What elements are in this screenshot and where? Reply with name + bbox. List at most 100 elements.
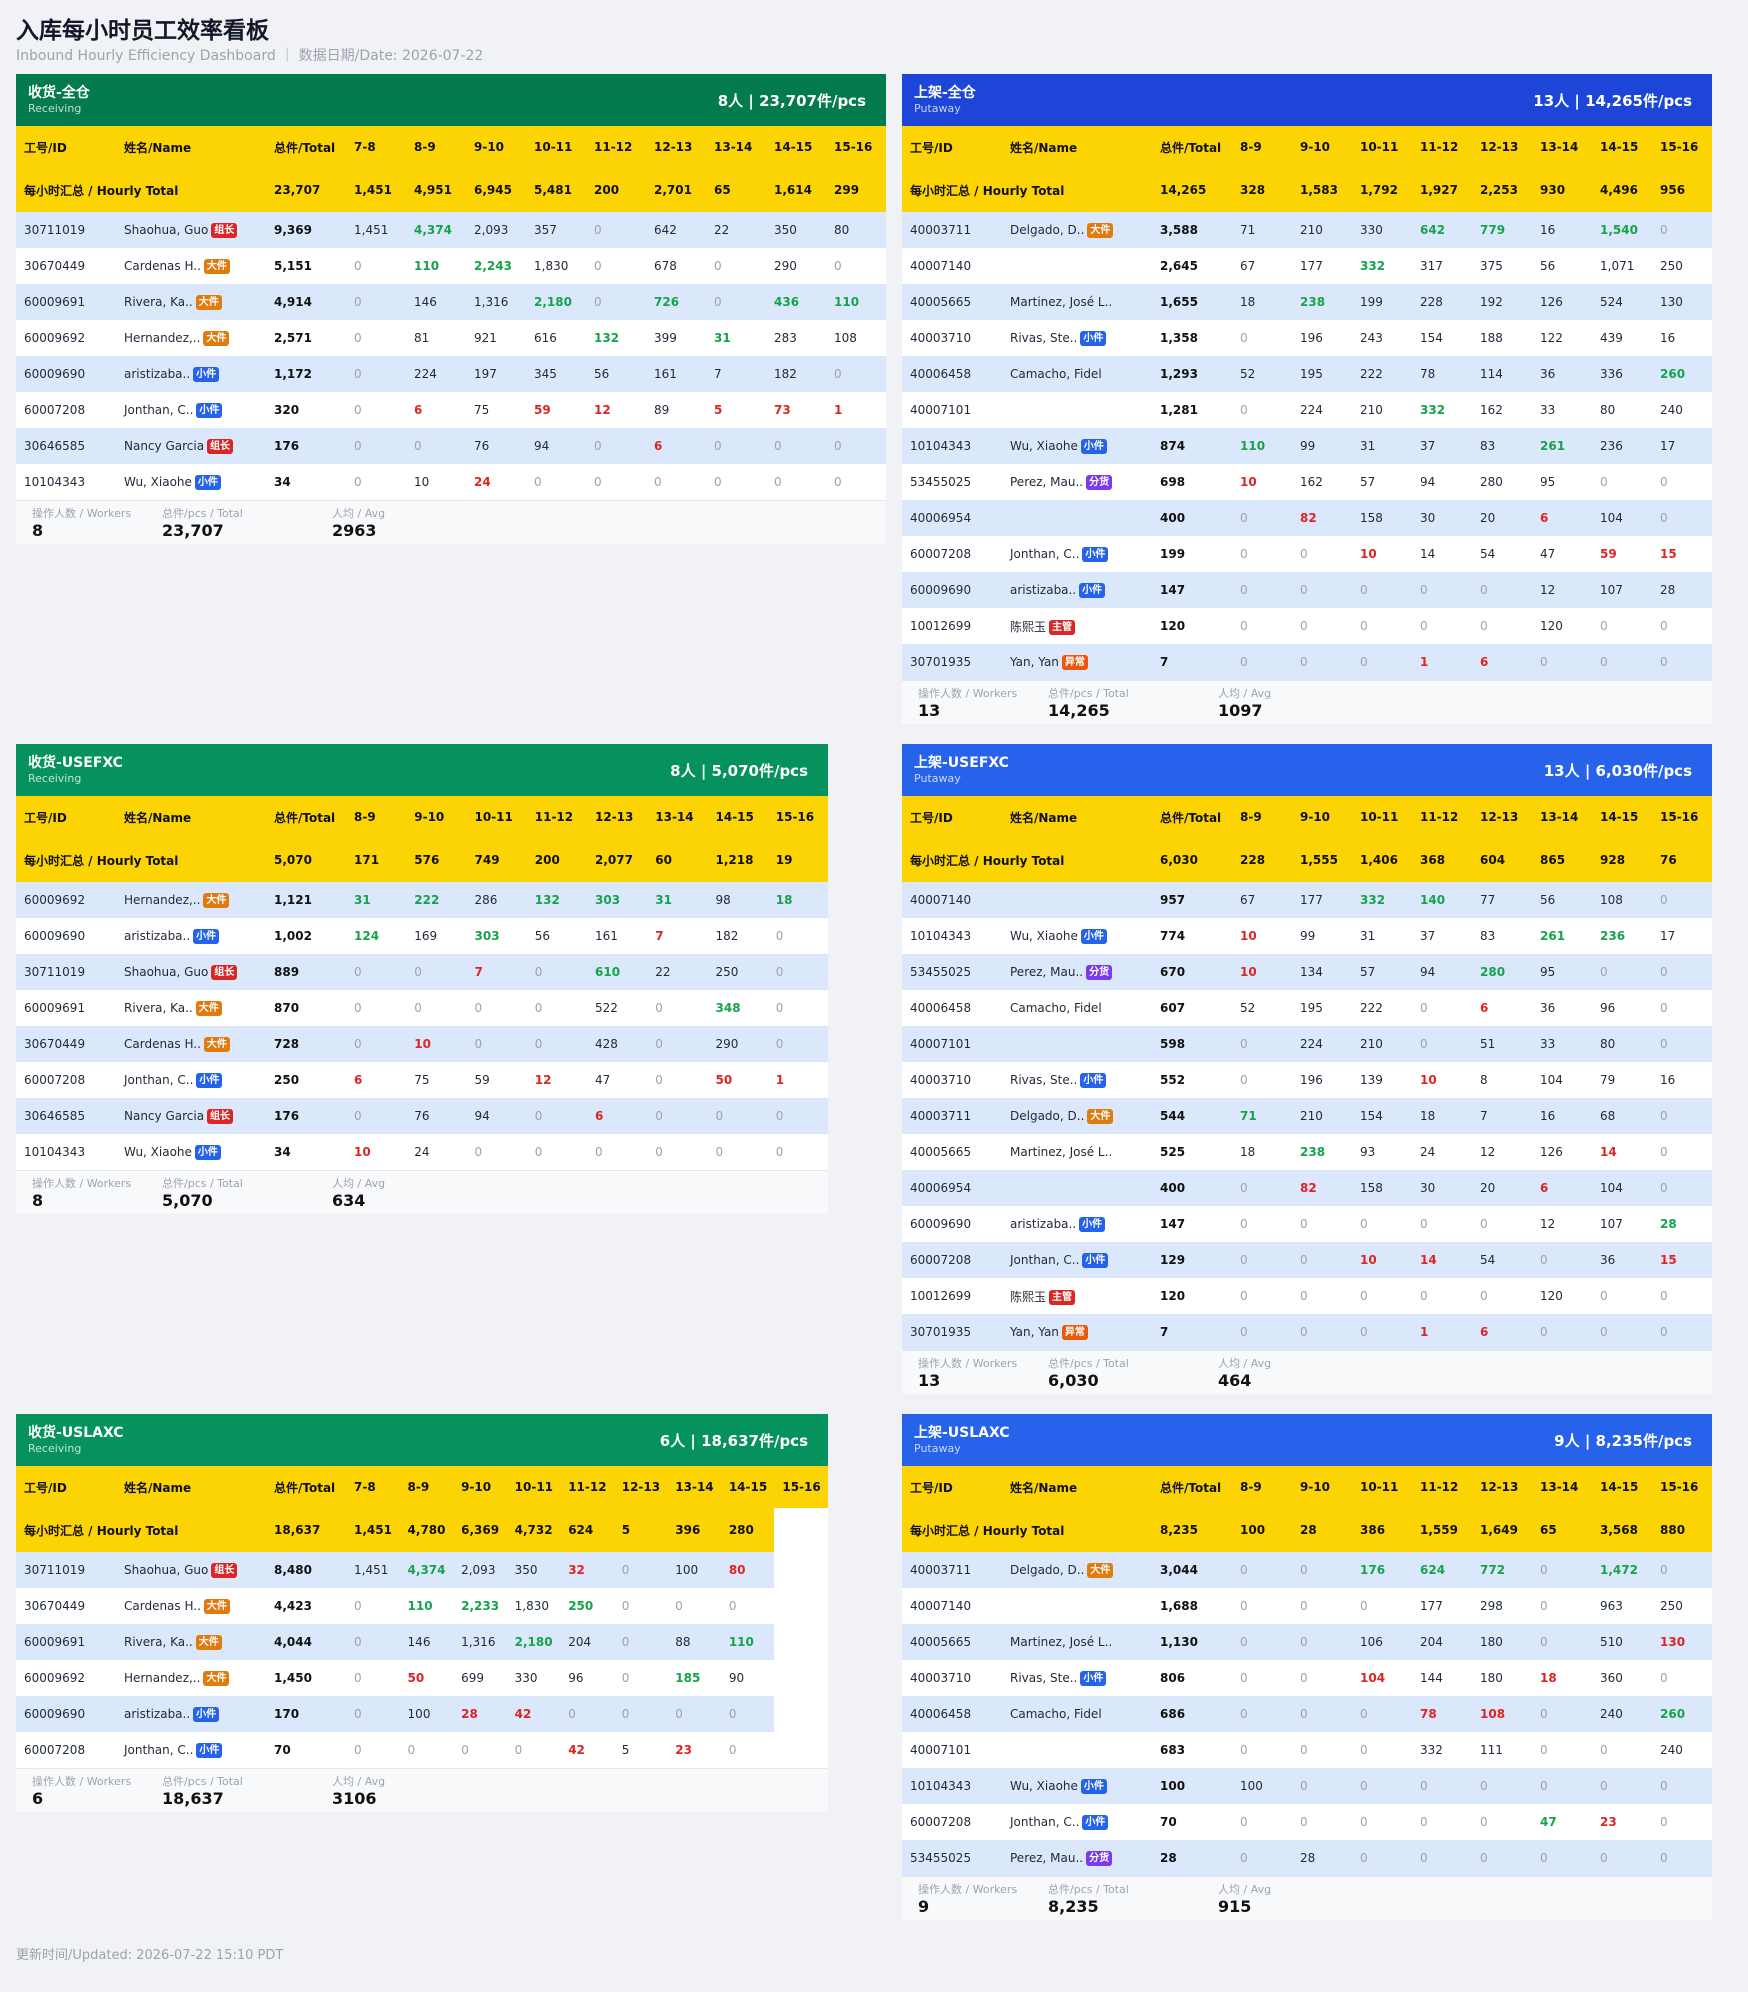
- employee-name-cell: Shaohua, Guo 组长: [116, 212, 266, 248]
- col-header-hour: 15-16: [1652, 1466, 1712, 1508]
- hour-cell: 0: [586, 464, 646, 500]
- hour-cell: 57: [1352, 954, 1412, 990]
- employee-total: 34: [266, 1134, 346, 1170]
- col-header-id: 工号/ID: [902, 796, 1002, 838]
- employee-id: 60009691: [16, 1624, 116, 1660]
- hour-cell: 68: [1592, 1098, 1652, 1134]
- hour-cell: 0: [1292, 1660, 1352, 1696]
- footer-workers-value: 6: [32, 1789, 44, 1808]
- hour-cell: 0: [767, 1134, 828, 1170]
- hour-cell: 8: [1472, 1062, 1532, 1098]
- hour-cell: 195: [1292, 356, 1352, 392]
- hour-cell: 2,180: [526, 284, 586, 320]
- hour-cell: 290: [766, 248, 826, 284]
- hourly-total-cell: 2,253: [1472, 168, 1532, 212]
- hourly-total-cell: 1,614: [766, 168, 826, 212]
- hour-cell: 16: [1532, 1098, 1592, 1134]
- employee-total: 3,044: [1152, 1552, 1232, 1588]
- hour-cell: 330: [1352, 212, 1412, 248]
- employee-id: 40003711: [902, 212, 1002, 248]
- role-badge: 组长: [211, 222, 238, 238]
- table-row: 60009690 aristizaba.. 小件 1,172 0 224 197 345 56 1…: [16, 356, 886, 392]
- hour-cell: 12: [1532, 572, 1592, 608]
- table-row: 60009690 aristizaba.. 小件 170 0 100 28 42 0 0 0 0: [16, 1696, 828, 1732]
- hour-cell: 0: [1232, 608, 1292, 644]
- col-header-hour: 8-9: [406, 126, 466, 168]
- hour-cell: 14: [1412, 1242, 1472, 1278]
- col-header-hour: 7-8: [346, 126, 406, 168]
- hourly-total-cell: 624: [560, 1508, 614, 1552]
- hour-cell: 0: [406, 990, 467, 1026]
- panel-summary: 8人 | 5,070件/pcs: [670, 761, 808, 780]
- hour-cell: 146: [399, 1624, 454, 1660]
- col-header-hour: 14-15: [1592, 126, 1652, 168]
- employee-name: Wu, Xiaohe: [1010, 438, 1078, 453]
- hour-cell: 280: [1472, 954, 1532, 990]
- panel-title: 收货-USEFXC: [28, 755, 123, 771]
- hour-cell: 104: [1592, 1170, 1652, 1206]
- hour-cell: 0: [1532, 1732, 1592, 1768]
- panel-subtitle: Putaway: [914, 102, 961, 115]
- col-header-hour: 9-10: [453, 1466, 507, 1508]
- footer-avg-value: 915: [1218, 1897, 1252, 1916]
- hour-cell: 0: [826, 428, 886, 464]
- panel-subtitle: Receiving: [28, 102, 82, 115]
- hour-cell: 0: [1652, 644, 1712, 680]
- hour-cell: 222: [1352, 990, 1412, 1026]
- hour-cell: 0: [1652, 464, 1712, 500]
- employee-total: 525: [1152, 1134, 1232, 1170]
- employee-total: 686: [1152, 1696, 1232, 1732]
- hour-cell: 28: [1652, 1206, 1712, 1242]
- employee-name-cell: Martinez, José L..: [1002, 1134, 1152, 1170]
- hour-cell: 82: [1292, 1170, 1352, 1206]
- hourly-total-row: 每小时汇总 / Hourly Total 6,030 228 1,555 1,406 36…: [902, 838, 1712, 882]
- employee-total: 176: [266, 1098, 346, 1134]
- hour-cell: 0: [1592, 464, 1652, 500]
- employee-name: Delgado, D..: [1010, 222, 1085, 237]
- hour-cell: 436: [766, 284, 826, 320]
- hour-cell: 1,451: [346, 1552, 400, 1588]
- hour-cell: 36: [1592, 1242, 1652, 1278]
- employee-name: Cardenas H..: [124, 1036, 201, 1051]
- employee-name: Cardenas H..: [124, 1598, 201, 1613]
- table-row: 53455025 Perez, Mau.. 分货 28 0 28 0 0 0 0 0 0: [902, 1840, 1712, 1876]
- table-row: 40007140 957 67 177 332 140 77 56 108 0: [902, 882, 1712, 918]
- hour-cell: 6: [406, 392, 466, 428]
- hour-cell: 52: [1232, 356, 1292, 392]
- hour-cell: 0: [613, 1660, 668, 1696]
- hour-cell: 303: [587, 882, 648, 918]
- hour-cell: 0: [406, 954, 467, 990]
- panel-summary: 13人 | 6,030件/pcs: [1543, 761, 1692, 780]
- hour-cell: 0: [1592, 1278, 1652, 1314]
- table-row: 40003710 Rivas, Ste.. 小件 1,358 0 196 243 154 188…: [902, 320, 1712, 356]
- employee-name-cell: Jonthan, C.. 小件: [116, 392, 266, 428]
- table-row: 60007208 Jonthan, C.. 小件 320 0 6 75 59 12 89 5 73 1: [16, 392, 886, 428]
- hour-cell: 0: [1292, 1804, 1352, 1840]
- hour-cell: 99: [1292, 428, 1352, 464]
- hour-cell: 0: [1652, 1314, 1712, 1350]
- role-badge: 小件: [193, 366, 220, 382]
- employee-name: Hernandez,..: [124, 892, 201, 907]
- panel-header: 收货-USEFXC Receiving 8人 | 5,070件/pcs: [16, 744, 828, 796]
- panel-subtitle: Putaway: [914, 772, 961, 785]
- footer-total: 总件/pcs / Total 18,637: [162, 1775, 332, 1808]
- hourly-total-label: 每小时汇总 / Hourly Total: [902, 838, 1152, 882]
- hour-cell: 104: [1532, 1062, 1592, 1098]
- employee-name: Delgado, D..: [1010, 1108, 1085, 1123]
- hour-cell: 1,472: [1592, 1552, 1652, 1588]
- hour-cell: 188: [1472, 320, 1532, 356]
- hour-cell: 94: [526, 428, 586, 464]
- hour-cell: 6: [1472, 644, 1532, 680]
- hourly-total-cell: 171: [346, 838, 407, 882]
- hour-cell: 6: [1532, 1170, 1592, 1206]
- employee-name-cell: Hernandez,.. 大件: [116, 882, 266, 918]
- hour-cell: 24: [406, 1134, 467, 1170]
- table-row: 40003710 Rivas, Ste.. 小件 806 0 0 104 144 180 18 36…: [902, 1660, 1712, 1696]
- hour-cell: 0: [1652, 1552, 1712, 1588]
- footer-total-value: 14,265: [1048, 701, 1110, 720]
- footer-workers: 操作人数 / Workers 9: [918, 1883, 1048, 1916]
- employee-name-cell: [1002, 1170, 1152, 1206]
- hour-cell: 126: [1532, 1134, 1592, 1170]
- hour-cell: 1,830: [526, 248, 586, 284]
- table-row: 30701935 Yan, Yan 异常 7 0 0 0 1 6 0 0 0: [902, 644, 1712, 680]
